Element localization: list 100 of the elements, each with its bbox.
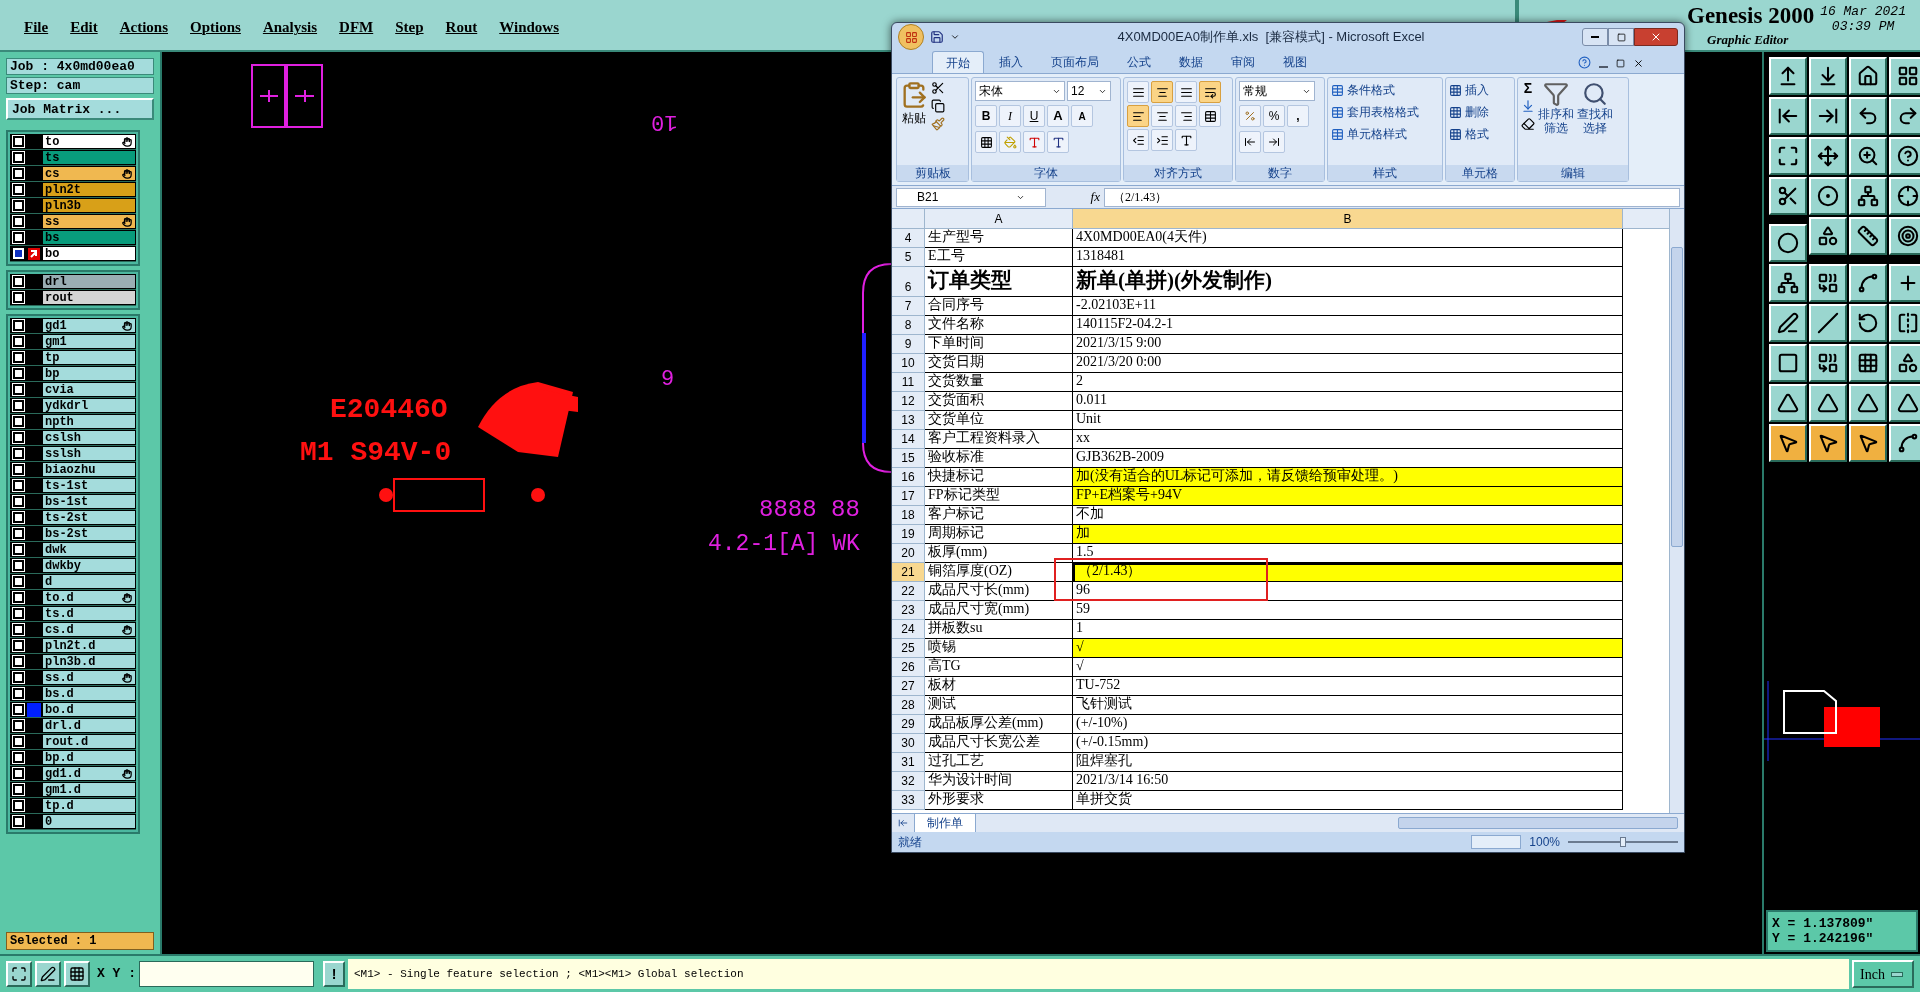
layer-name[interactable]: bs-1st xyxy=(42,494,136,509)
layer-checkbox[interactable] xyxy=(12,608,24,619)
layer-name[interactable]: bo xyxy=(42,246,136,261)
layer-checkbox[interactable] xyxy=(12,200,24,211)
shrink-font-button[interactable]: A xyxy=(1071,105,1093,127)
toolbar-button[interactable] xyxy=(1809,57,1847,95)
layer-row[interactable]: bs.d xyxy=(10,686,136,702)
number-format-field[interactable]: 常规 xyxy=(1239,81,1315,101)
row-header[interactable]: 5 xyxy=(892,248,925,267)
help-icon[interactable] xyxy=(1578,56,1591,69)
sort-filter-button[interactable]: 排序和 筛选 xyxy=(1538,81,1574,162)
layer-name[interactable]: ts-1st xyxy=(42,478,136,493)
toolbar-button[interactable] xyxy=(1849,384,1887,422)
row-header[interactable]: 32 xyxy=(892,772,925,791)
layer-checkbox[interactable] xyxy=(12,480,24,491)
layer-row[interactable]: gd1.d xyxy=(10,766,136,782)
layer-row[interactable]: bs xyxy=(10,230,136,246)
layer-row[interactable]: bs-1st xyxy=(10,494,136,510)
toolbar-button[interactable] xyxy=(1889,344,1920,382)
layer-name[interactable]: gd1.d xyxy=(42,766,136,781)
layer-checkbox[interactable] xyxy=(12,496,24,507)
layer-checkbox[interactable] xyxy=(12,544,24,555)
layer-checkbox[interactable] xyxy=(12,136,24,147)
row-header[interactable]: 20 xyxy=(892,544,925,563)
layer-name[interactable]: cslsh xyxy=(42,430,136,445)
layer-row[interactable]: pln3b.d xyxy=(10,654,136,670)
row-header[interactable]: 25 xyxy=(892,639,925,658)
font-name-field[interactable]: 宋体 xyxy=(975,81,1065,101)
grow-font-button[interactable]: A xyxy=(1047,105,1069,127)
style-menu-button[interactable]: 单元格样式 xyxy=(1331,125,1419,143)
align-button[interactable] xyxy=(1151,129,1173,151)
layer-row[interactable]: cs.d xyxy=(10,622,136,638)
layer-checkbox[interactable] xyxy=(12,640,24,651)
align-button[interactable] xyxy=(1127,129,1149,151)
layer-row[interactable]: drl xyxy=(10,274,136,290)
menu-item[interactable]: Analysis xyxy=(262,16,318,39)
close-button[interactable] xyxy=(1634,28,1678,46)
toolbar-button[interactable] xyxy=(1809,137,1847,175)
layer-row[interactable]: tp.d xyxy=(10,798,136,814)
layer-checkbox[interactable] xyxy=(12,400,24,411)
layer-row[interactable]: ts xyxy=(10,150,136,166)
row-header[interactable]: 28 xyxy=(892,696,925,715)
row-header[interactable]: 4 xyxy=(892,229,925,248)
row-header[interactable]: 29 xyxy=(892,715,925,734)
toolbar-button[interactable] xyxy=(1849,424,1887,462)
toolbar-button[interactable] xyxy=(1889,217,1920,255)
layer-checkbox[interactable] xyxy=(12,292,24,303)
layer-name[interactable]: cs.d xyxy=(42,622,136,637)
row-header[interactable]: 9 xyxy=(892,335,925,354)
layer-row[interactable]: pln3b xyxy=(10,198,136,214)
layer-checkbox[interactable] xyxy=(12,560,24,571)
tool-button[interactable] xyxy=(6,961,32,987)
align-button[interactable] xyxy=(1151,105,1173,127)
layer-name[interactable]: tp xyxy=(42,350,136,365)
cells-menu-button[interactable]: 删除 xyxy=(1449,103,1489,121)
layer-name[interactable]: biaozhu xyxy=(42,462,136,477)
toolbar-button[interactable] xyxy=(1769,137,1807,175)
layer-row[interactable]: d xyxy=(10,574,136,590)
row-header[interactable]: 19 xyxy=(892,525,925,544)
toolbar-button[interactable] xyxy=(1809,97,1847,135)
toolbar-button[interactable] xyxy=(1889,177,1920,215)
layer-name[interactable]: bs xyxy=(42,230,136,245)
copy-icon[interactable] xyxy=(931,99,945,113)
toolbar-button[interactable] xyxy=(1769,424,1807,462)
row-header[interactable]: 24 xyxy=(892,620,925,639)
layer-name[interactable]: pln2t.d xyxy=(42,638,136,653)
layer-row[interactable]: rout.d xyxy=(10,734,136,750)
scissors-icon[interactable] xyxy=(931,81,945,95)
toolbar-button[interactable] xyxy=(1769,264,1807,302)
layer-name[interactable]: ts-2st xyxy=(42,510,136,525)
layer-name[interactable]: pln3b.d xyxy=(42,654,136,669)
layer-name[interactable]: drl xyxy=(42,274,136,289)
layer-name[interactable]: pln3b xyxy=(42,198,136,213)
toolbar-button[interactable] xyxy=(1809,424,1847,462)
toolbar-button[interactable] xyxy=(1769,177,1807,215)
close-icon[interactable] xyxy=(1633,58,1644,69)
layer-row[interactable]: ts-2st xyxy=(10,510,136,526)
row-header[interactable]: 21 xyxy=(892,563,925,582)
layer-name[interactable]: to.d xyxy=(42,590,136,605)
job-matrix-button[interactable]: Job Matrix ... xyxy=(6,98,154,120)
layer-name[interactable]: npth xyxy=(42,414,136,429)
layer-checkbox[interactable] xyxy=(12,168,24,179)
layer-name[interactable]: rout.d xyxy=(42,734,136,749)
toolbar-button[interactable] xyxy=(1889,97,1920,135)
layer-row[interactable]: dwk xyxy=(10,542,136,558)
layer-row[interactable]: drl.d xyxy=(10,718,136,734)
ribbon-tab[interactable]: 页面布局 xyxy=(1038,51,1112,73)
layer-row[interactable]: bs-2st xyxy=(10,526,136,542)
layer-name[interactable]: bp xyxy=(42,366,136,381)
layer-row[interactable]: cs xyxy=(10,166,136,182)
layer-name[interactable]: bo.d xyxy=(42,702,136,717)
layer-row[interactable]: to.d xyxy=(10,590,136,606)
layer-name[interactable]: gm1.d xyxy=(42,782,136,797)
layer-row[interactable]: ts.d xyxy=(10,606,136,622)
minimize-button[interactable] xyxy=(1582,28,1608,46)
style-menu-button[interactable]: 条件格式 xyxy=(1331,81,1419,99)
sheet-tab[interactable]: 制作单 xyxy=(914,813,976,833)
layer-name[interactable]: ydkdrl xyxy=(42,398,136,413)
layer-checkbox[interactable] xyxy=(12,448,24,459)
layer-row[interactable]: cslsh xyxy=(10,430,136,446)
